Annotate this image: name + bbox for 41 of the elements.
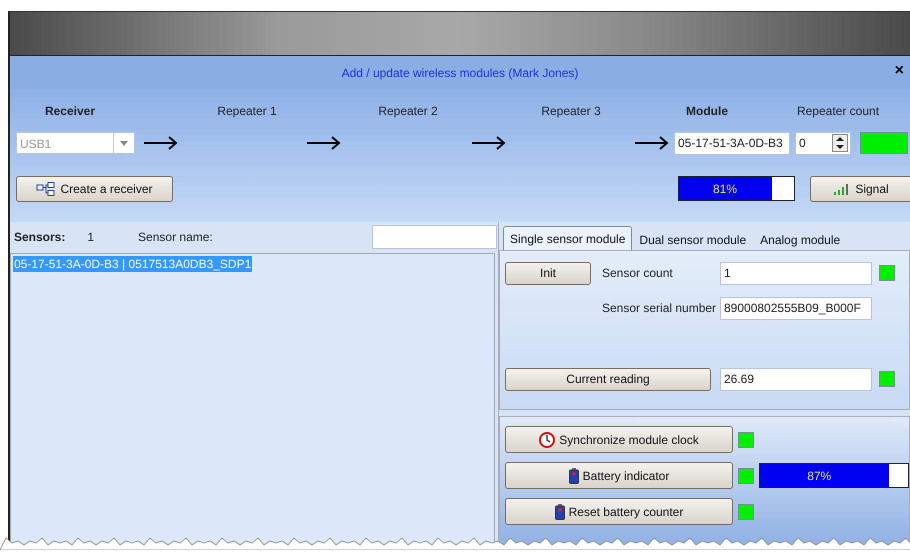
- serial-number-field: 89000802555B09_B000F: [720, 296, 872, 320]
- current-reading-button[interactable]: Current reading: [505, 368, 711, 390]
- init-button[interactable]: Init: [505, 262, 591, 284]
- arrow-icon: [306, 136, 342, 150]
- signal-reading: 81%: [712, 180, 738, 198]
- close-button[interactable]: ×: [894, 63, 904, 79]
- current-reading-field: 26.69: [720, 368, 872, 390]
- battery-icon: [554, 504, 565, 520]
- caret-icon: [120, 140, 128, 146]
- network-icon: [36, 182, 56, 196]
- tab[interactable]: Analog module: [753, 229, 848, 250]
- arrow-icon: [634, 136, 670, 150]
- battery-reading: 87%: [806, 468, 832, 484]
- sensors-label: Sensors:: [14, 230, 66, 244]
- arrow-icon: [143, 136, 179, 150]
- column-label: Repeater count: [796, 104, 880, 118]
- sensor-count: 1: [87, 230, 94, 244]
- sensor-count-field: 1: [720, 262, 872, 284]
- serial-number-label: Sensor serial number: [602, 301, 718, 315]
- sensor-name-field[interactable]: [372, 225, 497, 249]
- window-title: Add / update wireless modules (Mark Jones): [342, 66, 578, 80]
- column-label: Repeater 3: [540, 104, 602, 118]
- repeater-count-spinner[interactable]: 0: [795, 132, 851, 154]
- sensor-count-label: Sensor count: [602, 266, 674, 280]
- tab[interactable]: Single sensor module: [503, 226, 632, 250]
- column-label: Module: [685, 104, 729, 118]
- create-receiver-button[interactable]: Create a receiver: [16, 176, 173, 202]
- action-button[interactable]: Reset battery counter: [505, 498, 733, 525]
- column-label: Receiver: [44, 104, 96, 118]
- sensor-name-label: Sensor name:: [138, 230, 213, 244]
- signal-button[interactable]: Signal: [810, 176, 910, 202]
- action-button[interactable]: Synchronize module clock: [505, 426, 733, 453]
- action-button[interactable]: Battery indicator: [505, 462, 733, 489]
- clock-icon: [539, 432, 556, 448]
- arrow-icon: [471, 136, 507, 150]
- column-label: Repeater 1: [216, 104, 278, 118]
- battery-icon: [568, 468, 579, 484]
- module-field[interactable]: 05-17-51-3A-0D-B3: [674, 132, 790, 154]
- column-label: Repeater 2: [377, 104, 439, 118]
- tab[interactable]: Dual sensor module: [632, 229, 754, 250]
- spinner-arrows-icon: [832, 134, 848, 152]
